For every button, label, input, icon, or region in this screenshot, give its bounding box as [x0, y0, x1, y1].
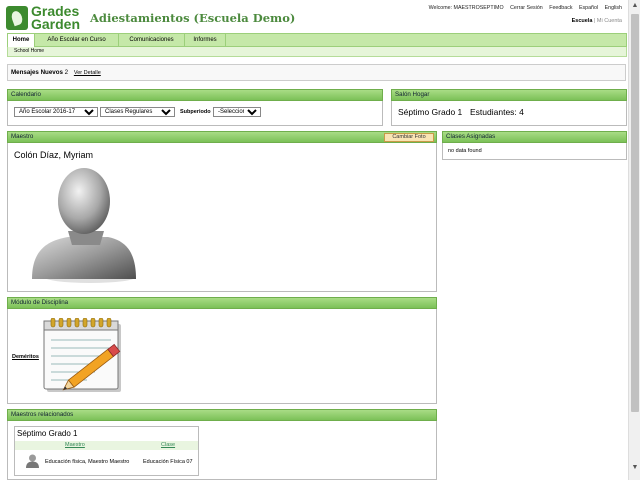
notepad-pencil-icon[interactable] — [43, 318, 129, 394]
school-links: Escuela | Mi Cuenta — [572, 18, 622, 24]
change-photo-button[interactable]: Cambiar Foto — [384, 133, 434, 142]
related-teachers-table: Séptimo Grado 1 Maestro Clase Educación … — [14, 426, 199, 476]
homeroom-panel: Salón Hogar Séptimo Grado 1 Estudiantes:… — [391, 89, 627, 126]
teacher-panel: Maestro Cambiar Foto Colón Díaz, Myriam — [7, 131, 437, 292]
messages-label: Mensajes Nuevos — [11, 69, 63, 76]
page: Grades Garden Adiestamientos (Escuela De… — [0, 0, 628, 480]
tab-home[interactable]: Home — [8, 34, 35, 47]
homeroom-header: Salón Hogar — [391, 89, 627, 101]
related-group-title: Séptimo Grado 1 — [17, 429, 78, 438]
table-row: Educación física, Maestro Maestro Educac… — [15, 452, 198, 472]
related-teachers-panel: Maestros relacionados Séptimo Grado 1 Ma… — [7, 409, 437, 480]
link-separator: | — [593, 18, 596, 24]
class-type-select[interactable]: Clases Regulares — [100, 107, 175, 117]
teacher-header-title: Maestro — [11, 133, 34, 140]
scroll-up-icon[interactable]: ▲ — [629, 0, 640, 12]
sub-nav: School Home — [7, 47, 627, 57]
discipline-panel: Módulo de Disciplina Deméritos — [7, 297, 437, 404]
row-class: Educación Física 07 — [143, 459, 193, 465]
related-teachers-header: Maestros relacionados — [7, 409, 437, 421]
tab-current-year[interactable]: Año Escolar en Curso — [35, 34, 119, 47]
row-teacher: Educación física, Maestro Maestro — [45, 459, 130, 465]
teacher-name: Colón Díaz, Myriam — [14, 150, 94, 160]
messages-bar: Mensajes Nuevos 2 Ver Detalle — [7, 64, 626, 81]
main-nav: Home Año Escolar en Curso Comunicaciones… — [7, 33, 627, 47]
user-avatar-icon — [32, 168, 136, 283]
teacher-avatar-icon — [26, 454, 39, 468]
school-year-select[interactable]: Año Escolar 2016-17 — [14, 107, 98, 117]
top-links: Welcome: MAESTROSEPTIMO Cerrar Sesión Fe… — [424, 5, 622, 11]
tab-communications[interactable]: Comunicaciones — [119, 34, 185, 47]
subperiod-label: Subperiodo — [180, 109, 211, 115]
header-teacher[interactable]: Maestro — [65, 442, 85, 448]
logout-link[interactable]: Cerrar Sesión — [510, 5, 543, 11]
homeroom-grade: Séptimo Grado 1 — [398, 107, 463, 117]
vertical-scrollbar[interactable]: ▲ ▼ — [628, 0, 640, 480]
view-details-link[interactable]: Ver Detalle — [74, 70, 101, 76]
feedback-link[interactable]: Feedback — [549, 5, 572, 11]
discipline-header: Módulo de Disciplina — [7, 297, 437, 309]
homeroom-students: Estudiantes: 4 — [470, 107, 524, 117]
teacher-header: Maestro Cambiar Foto — [7, 131, 437, 143]
logo-line-2: Garden — [31, 16, 81, 32]
leaf-icon — [6, 6, 28, 30]
header-class[interactable]: Clase — [161, 442, 175, 448]
calendar-panel: Calendario Año Escolar 2016-17 Clases Re… — [7, 89, 383, 126]
app-title: Adiestamientos (Escuela Demo) — [90, 11, 296, 25]
assigned-classes-panel: Clases Asignadas no data found — [442, 131, 627, 160]
table-header: Maestro Clase — [15, 441, 198, 450]
grades-garden-logo[interactable]: Grades Garden — [6, 4, 82, 32]
spanish-link[interactable]: Español — [579, 5, 598, 11]
my-account-link[interactable]: Mi Cuenta — [597, 18, 622, 24]
assigned-classes-header: Clases Asignadas — [442, 131, 627, 143]
no-data-text: no data found — [448, 148, 482, 154]
welcome-text: Welcome: MAESTROSEPTIMO — [428, 5, 504, 11]
subperiod-select[interactable]: -Seleccione - — [213, 107, 261, 117]
demerits-link[interactable]: Deméritos — [12, 354, 39, 360]
school-link[interactable]: Escuela — [572, 18, 593, 24]
calendar-header: Calendario — [7, 89, 383, 101]
english-link[interactable]: English — [605, 5, 622, 11]
messages-count: 2 — [64, 69, 69, 76]
scroll-down-icon[interactable]: ▼ — [629, 462, 640, 474]
subnav-school-home[interactable]: School Home — [14, 48, 44, 54]
tab-reports[interactable]: Informes — [185, 34, 226, 47]
scroll-thumb[interactable] — [631, 14, 639, 412]
